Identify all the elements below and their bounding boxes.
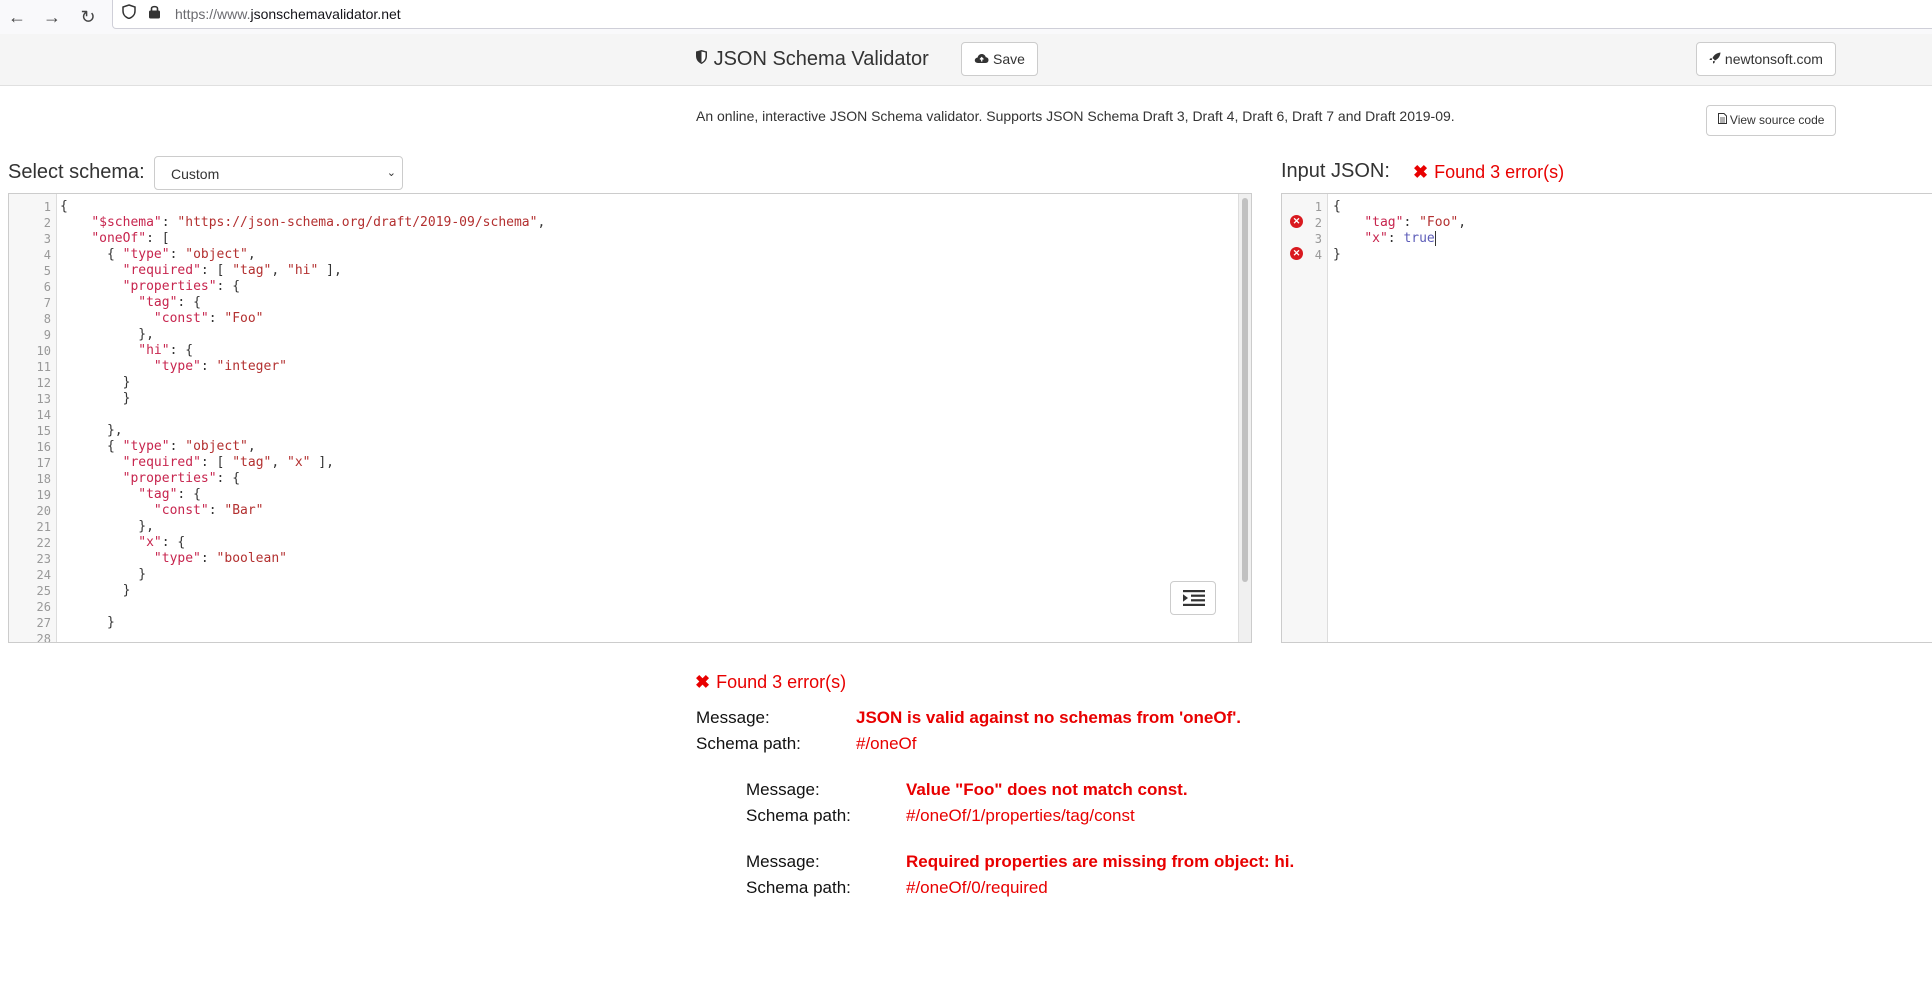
browser-toolbar: ← → ↻ https://www.jsonschemavalidator.ne… [0,0,1932,35]
message-label: Message: [746,780,820,799]
error-schema-path: #/oneOf [856,734,917,753]
schema-select-value: Custom [171,166,220,182]
cloud-upload-icon [974,51,989,67]
error-x-icon: ✖ [695,672,711,692]
line-numbers: 1 2 3 4 5 6 7 8 9 10 11 12 13 14 15 16 17 18 19 20 21 22 23 24 2… [36,200,51,643]
error-message: Required properties are missing from obj… [906,852,1295,871]
line-number-gutter: 1234 ✕ ✕ [1282,194,1328,642]
results-error-summary: ✖ Found 3 error(s) [695,672,847,692]
text-cursor [1434,231,1436,246]
error-marker-icon[interactable]: ✕ [1290,215,1303,228]
back-arrow-icon[interactable]: ← [5,5,29,29]
schema-editor[interactable]: 1 2 3 4 5 6 7 8 9 10 11 12 13 14 15 16 17 18 19 20 21 22 23 24 2… [8,193,1252,643]
view-source-label: View source code [1729,113,1825,127]
message-label: Message: [696,708,770,727]
view-source-button[interactable]: View source code [1706,105,1836,136]
schema-editor-scrollbar[interactable] [1238,194,1251,642]
shield-icon [122,4,136,22]
input-error-summary: ✖ Found 3 error(s) [1413,162,1565,182]
url-text: https://www.jsonschemavalidator.net [175,6,401,22]
schema-select[interactable]: Custom ⌄ [154,156,403,190]
shield-icon [695,48,708,70]
error-schema-path: #/oneOf/0/required [906,878,1048,897]
schema-label: Select schema: [8,161,145,183]
app-header: JSON Schema Validator Save newtonsoft.co… [0,34,1932,86]
page-title: JSON Schema Validator [713,48,929,70]
file-icon [1717,113,1727,127]
save-button-label: Save [992,51,1025,67]
chevron-down-icon: ⌄ [386,167,396,179]
message-label: Message: [746,852,820,871]
rocket-icon [1709,51,1721,67]
schema-code[interactable]: { "$schema": "https://json-schema.org/dr… [60,199,545,642]
error-message: JSON is valid against no schemas from 'o… [856,708,1242,727]
brand[interactable]: JSON Schema Validator [695,48,929,71]
newtonsoft-link-button[interactable]: newtonsoft.com [1696,42,1836,76]
forward-arrow-icon[interactable]: → [40,5,64,29]
page-description: An online, interactive JSON Schema valid… [696,108,1455,124]
input-json-editor[interactable]: 1234 ✕ ✕ { "tag": "Foo", "x": true} [1281,193,1932,643]
error-message: Value "Foo" does not match const. [906,780,1188,799]
schema-path-label: Schema path: [746,806,851,825]
scrollbar-thumb[interactable] [1242,198,1248,582]
url-bar[interactable]: https://www.jsonschemavalidator.net [112,0,1932,29]
error-schema-path: #/oneOf/1/properties/tag/const [906,806,1135,825]
input-json-code[interactable]: { "tag": "Foo", "x": true} [1333,199,1466,263]
error-x-icon: ✖ [1413,162,1429,182]
save-button[interactable]: Save [961,42,1038,76]
schema-path-label: Schema path: [746,878,851,897]
format-json-button[interactable] [1170,581,1216,615]
input-json-label: Input JSON: [1281,160,1390,182]
line-numbers: 1234 [1314,200,1322,262]
reload-icon[interactable]: ↻ [76,5,100,29]
schema-path-label: Schema path: [696,734,801,753]
lock-icon [148,4,161,22]
line-number-gutter: 1 2 3 4 5 6 7 8 9 10 11 12 13 14 15 16 17 18 19 20 21 22 23 24 2… [9,194,57,642]
newtonsoft-label: newtonsoft.com [1724,51,1823,67]
error-marker-icon[interactable]: ✕ [1290,247,1303,260]
